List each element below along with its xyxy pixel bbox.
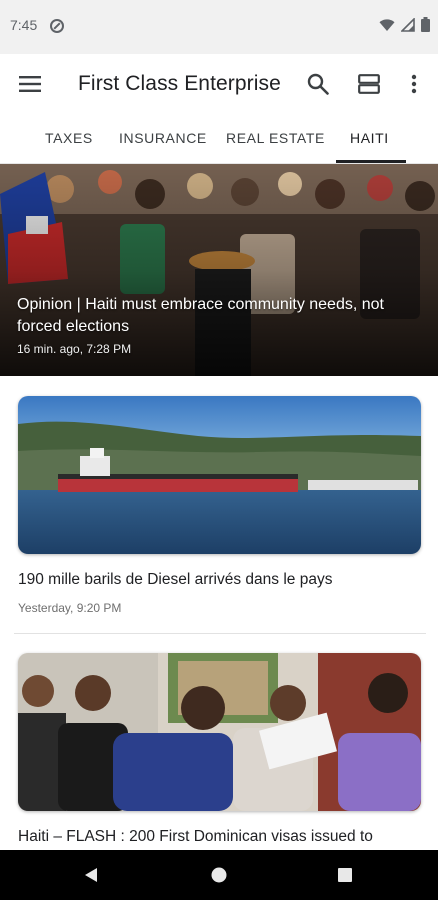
layout-icon bbox=[358, 74, 380, 94]
home-button[interactable] bbox=[206, 862, 232, 888]
back-icon bbox=[85, 868, 97, 882]
wifi-icon bbox=[379, 18, 395, 31]
meeting-photo bbox=[18, 653, 421, 811]
more-options-button[interactable] bbox=[400, 68, 428, 100]
search-button[interactable] bbox=[302, 68, 334, 100]
signal-icon bbox=[401, 17, 415, 32]
status-bar: 7:45 bbox=[0, 0, 438, 54]
article-image[interactable] bbox=[18, 396, 421, 554]
status-time: 7:45 bbox=[10, 17, 38, 33]
search-icon bbox=[307, 73, 329, 95]
category-tabs: TAXES INSURANCE REAL ESTATE HAITI bbox=[0, 114, 438, 164]
featured-article[interactable]: Opinion | Haiti must embrace community n… bbox=[0, 164, 438, 376]
recents-button[interactable] bbox=[332, 862, 358, 888]
battery-icon bbox=[421, 17, 430, 32]
navigation-bar bbox=[0, 850, 438, 900]
status-icons bbox=[379, 17, 430, 32]
menu-icon bbox=[19, 76, 41, 92]
article-image[interactable] bbox=[18, 653, 421, 811]
back-button[interactable] bbox=[78, 862, 104, 888]
divider bbox=[14, 633, 426, 634]
article-title[interactable]: Haiti – FLASH : 200 First Dominican visa… bbox=[18, 828, 373, 846]
recents-icon bbox=[338, 868, 352, 882]
tab-indicator bbox=[336, 160, 406, 163]
tab-taxes[interactable]: TAXES bbox=[45, 130, 93, 146]
ship-photo bbox=[18, 396, 421, 554]
app-title: First Class Enterprise bbox=[78, 72, 281, 95]
more-vert-icon bbox=[411, 74, 417, 94]
layout-toggle-button[interactable] bbox=[353, 68, 385, 100]
tab-insurance[interactable]: INSURANCE bbox=[119, 130, 207, 146]
tab-real-estate[interactable]: REAL ESTATE bbox=[226, 130, 325, 146]
article-title[interactable]: 190 mille barils de Diesel arrivés dans … bbox=[18, 571, 332, 589]
article-time: Yesterday, 9:20 PM bbox=[18, 601, 122, 615]
home-icon bbox=[211, 867, 227, 883]
app-bar: First Class Enterprise bbox=[0, 54, 438, 114]
menu-button[interactable] bbox=[14, 68, 46, 100]
tab-haiti[interactable]: HAITI bbox=[350, 130, 389, 146]
do-not-disturb-icon bbox=[50, 19, 64, 33]
featured-article-title: Opinion | Haiti must embrace community n… bbox=[17, 296, 384, 335]
featured-article-time: 16 min. ago, 7:28 PM bbox=[17, 342, 132, 356]
